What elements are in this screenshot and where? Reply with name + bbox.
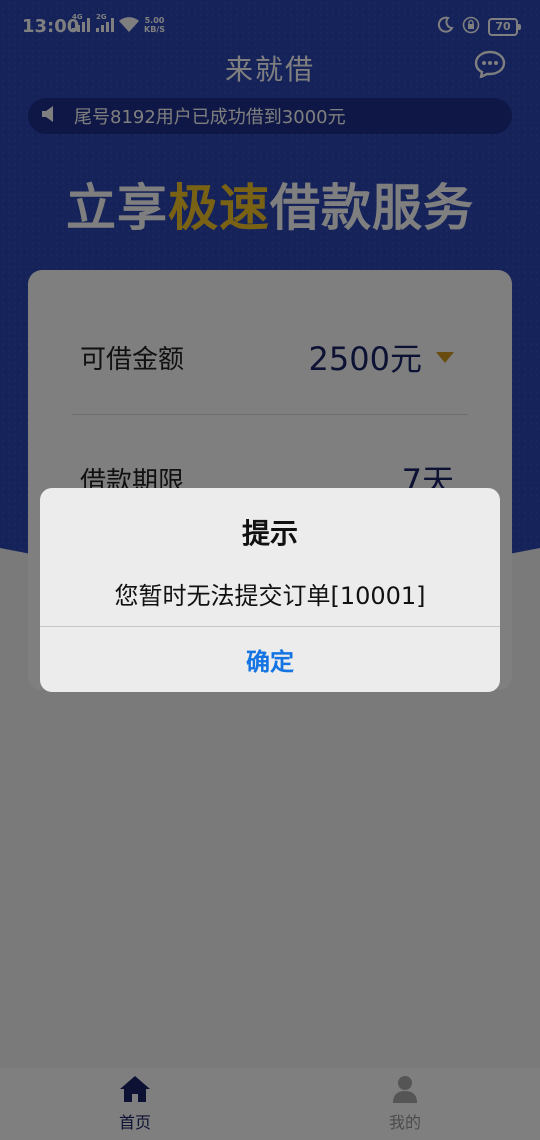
alert-dialog: 提示 您暂时无法提交订单[10001] 确定 [40,488,500,692]
dialog-message: 您暂时无法提交订单[10001] [114,582,426,610]
confirm-button[interactable]: 确定 [40,627,500,692]
dialog-title: 提示 [241,517,298,550]
